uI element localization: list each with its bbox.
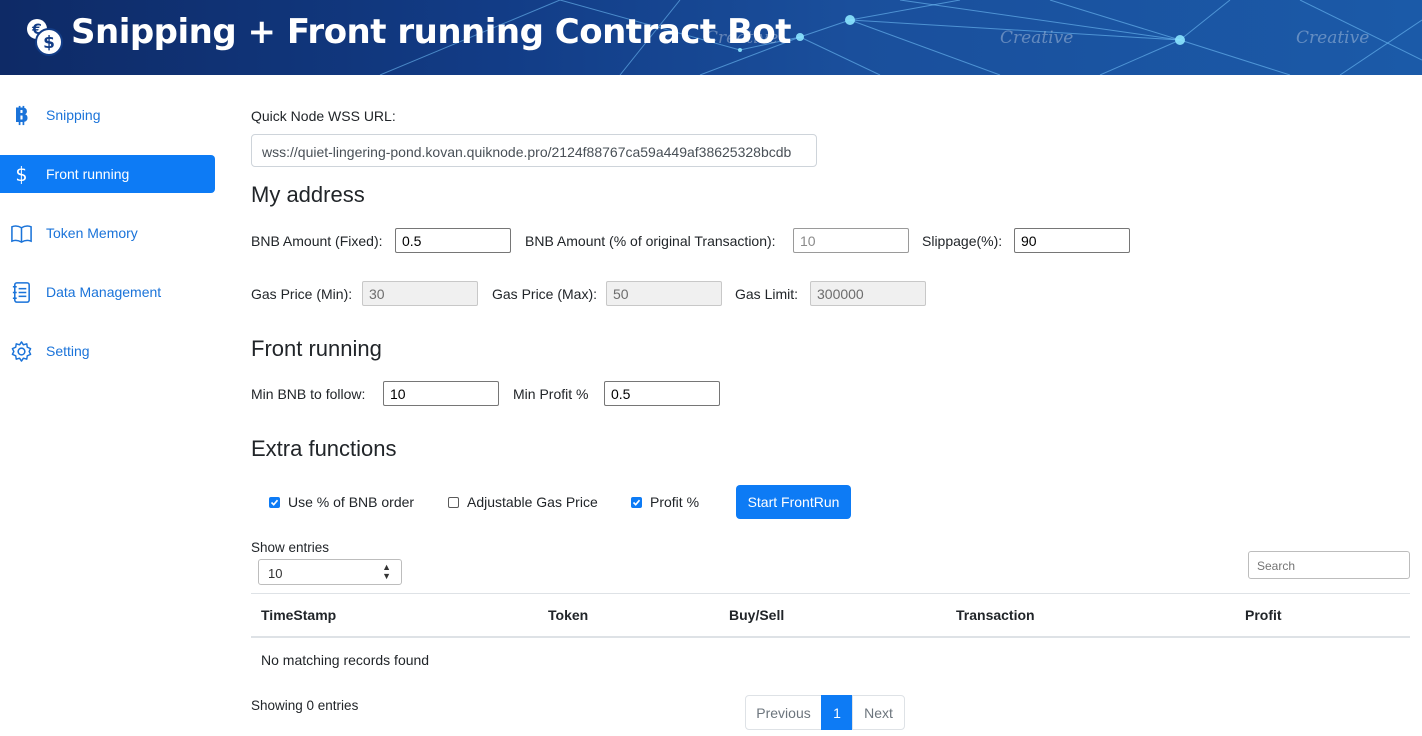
min-profit-input[interactable]	[604, 381, 720, 406]
book-icon	[11, 225, 32, 244]
search-placeholder: Search	[1257, 559, 1296, 573]
bitcoin-icon: B	[14, 104, 29, 127]
gas-min-label: Gas Price (Min):	[251, 286, 353, 302]
front-running-heading: Front running	[251, 336, 382, 361]
table-header-border	[251, 636, 1410, 638]
gas-min-input[interactable]	[362, 281, 478, 306]
my-address-heading: My address	[251, 182, 365, 207]
gas-limit-input[interactable]	[810, 281, 926, 306]
entries-select-value: 10	[268, 566, 283, 581]
gas-max-label: Gas Price (Max):	[492, 286, 598, 302]
checkbox-checked-icon	[631, 496, 642, 508]
empty-table-message: No matching records found	[261, 652, 430, 668]
table-top-border	[251, 593, 1410, 594]
sidebar-item-label: Token Memory	[46, 225, 138, 241]
sidebar-item-label: Data Management	[46, 284, 162, 300]
start-frontrun-button[interactable]: Start FrontRun	[736, 485, 851, 519]
wss-url-label: Quick Node WSS URL:	[251, 108, 396, 124]
checkbox-label: Profit %	[650, 494, 700, 510]
column-header-transaction[interactable]: Transaction	[956, 607, 1035, 623]
svg-text:$: $	[15, 163, 27, 186]
gear-icon	[11, 341, 32, 362]
pagination-next-button[interactable]: Next	[852, 695, 905, 730]
dollar-icon: $	[15, 163, 27, 186]
bnb-fixed-label: BNB Amount (Fixed):	[251, 233, 383, 249]
watermark: Creative	[1000, 28, 1074, 48]
column-header-buy-sell[interactable]: Buy/Sell	[729, 607, 784, 623]
column-header-timestamp[interactable]: TimeStamp	[261, 607, 336, 623]
coins-dollar-euro-icon: € $	[27, 19, 63, 56]
journal-icon	[12, 282, 30, 303]
app-header: Creative Creative Creative € $ Snipping …	[0, 0, 1422, 75]
sidebar-item-token-memory[interactable]: Token Memory	[0, 214, 215, 252]
gas-max-input[interactable]	[606, 281, 722, 306]
min-bnb-input[interactable]	[383, 381, 499, 406]
wss-url-value: wss://quiet-lingering-pond.kovan.quiknod…	[262, 144, 792, 160]
table-search-input[interactable]: Search	[1248, 551, 1410, 579]
extra-functions-heading: Extra functions	[251, 436, 397, 461]
sidebar-item-setting[interactable]: Setting	[0, 332, 215, 370]
profit-pct-checkbox[interactable]: Profit %	[631, 494, 699, 510]
adjustable-gas-checkbox[interactable]: Adjustable Gas Price	[448, 494, 598, 510]
slippage-label: Slippage(%):	[922, 233, 1003, 249]
sidebar-item-label: Front running	[46, 166, 130, 182]
bnb-pct-label: BNB Amount (% of original Transaction):	[525, 233, 776, 249]
entries-select[interactable]: 10 ▲ ▼	[258, 559, 402, 585]
bnb-pct-input[interactable]	[793, 228, 909, 253]
svg-text:B: B	[14, 104, 29, 127]
gas-limit-label: Gas Limit:	[735, 286, 799, 302]
wss-url-input[interactable]: wss://quiet-lingering-pond.kovan.quiknod…	[251, 134, 817, 167]
column-header-profit[interactable]: Profit	[1245, 607, 1282, 623]
slippage-input[interactable]	[1014, 228, 1130, 253]
svg-text:$: $	[43, 33, 55, 53]
watermark: Creative	[1296, 28, 1370, 48]
table-info: Showing 0 entries	[251, 698, 359, 713]
sidebar-item-label: Snipping	[46, 107, 101, 123]
column-header-token[interactable]: Token	[548, 607, 588, 623]
show-entries-label: Show entries	[251, 540, 330, 555]
checkbox-unchecked-icon	[448, 496, 459, 508]
sidebar-item-front-running[interactable]: $ Front running	[0, 155, 215, 193]
min-profit-label: Min Profit %	[513, 386, 589, 402]
sidebar-item-label: Setting	[46, 343, 90, 359]
checkbox-label: Adjustable Gas Price	[467, 494, 598, 510]
app-title: Snipping + Front running Contract Bot	[71, 12, 792, 52]
bnb-fixed-input[interactable]	[395, 228, 511, 253]
pagination-page-1-button[interactable]: 1	[821, 695, 853, 730]
pagination-previous-button[interactable]: Previous	[745, 695, 822, 730]
checkbox-label: Use % of BNB order	[288, 494, 415, 510]
min-bnb-label: Min BNB to follow:	[251, 386, 366, 402]
sidebar-item-data-management[interactable]: Data Management	[0, 273, 215, 311]
checkbox-checked-icon	[269, 496, 280, 508]
use-pct-bnb-checkbox[interactable]: Use % of BNB order	[269, 494, 414, 510]
select-arrows-icon: ▲ ▼	[382, 562, 391, 581]
sidebar-item-snipping[interactable]: B Snipping	[0, 96, 215, 134]
